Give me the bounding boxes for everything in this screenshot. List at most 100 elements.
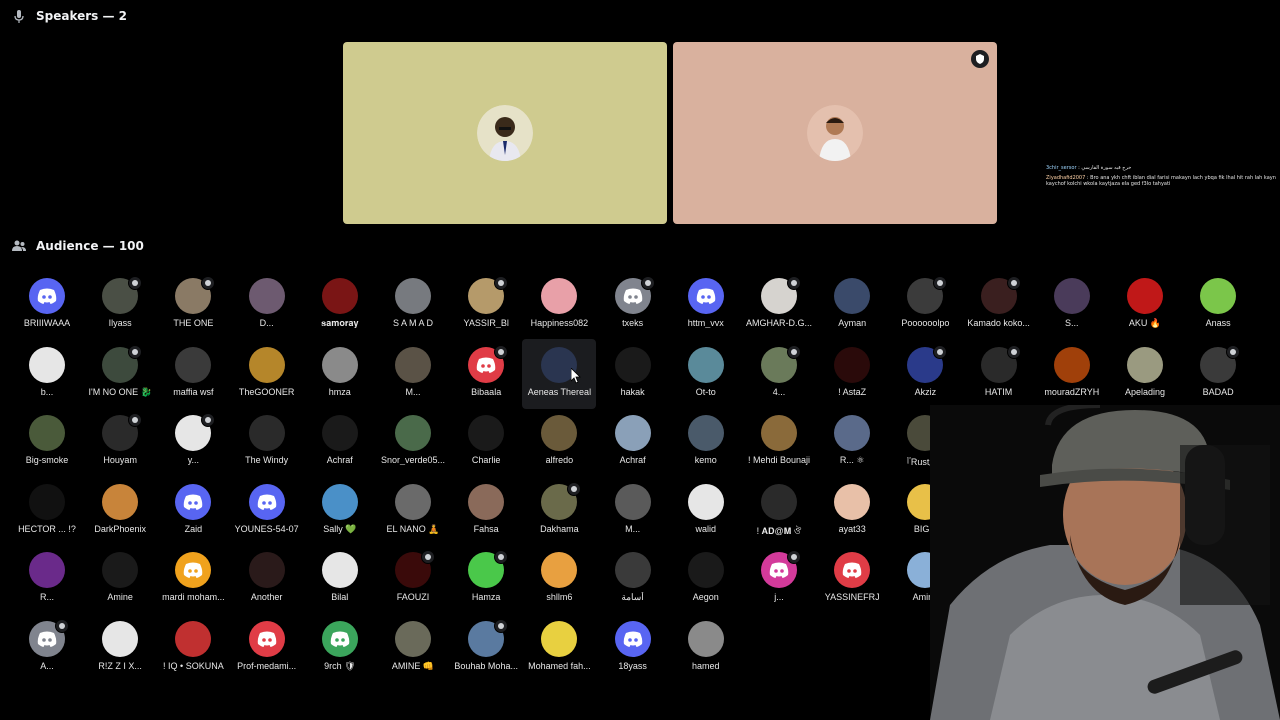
discord-default-avatar[interactable] xyxy=(29,618,69,657)
member-avatar[interactable] xyxy=(321,483,358,520)
member-avatar[interactable] xyxy=(175,276,216,314)
member-avatar[interactable] xyxy=(614,415,651,451)
member-avatar[interactable] xyxy=(102,413,143,451)
audience-member[interactable]: Snor_verde05... xyxy=(376,415,450,465)
member-avatar[interactable] xyxy=(321,278,358,314)
audience-member[interactable]: Bouhab Moha... xyxy=(449,618,523,671)
audience-member[interactable]: Another xyxy=(230,552,304,602)
audience-member[interactable]: BRIIIWAAA xyxy=(10,278,84,328)
member-avatar[interactable] xyxy=(468,483,505,520)
audience-member[interactable]: DarkPhoenix xyxy=(83,483,157,534)
audience-member[interactable]: Amine xyxy=(83,552,157,602)
discord-default-avatar[interactable] xyxy=(687,278,724,314)
member-avatar[interactable] xyxy=(687,483,724,520)
audience-member[interactable]: Aeneas Thereal xyxy=(522,338,597,409)
discord-default-avatar[interactable] xyxy=(834,552,871,588)
member-avatar[interactable] xyxy=(834,278,871,314)
member-avatar[interactable] xyxy=(1200,278,1237,314)
audience-member[interactable]: THE ONE xyxy=(156,276,230,328)
audience-member[interactable]: alfredo xyxy=(522,415,596,465)
audience-member[interactable]: ! IQ • SOKUNA xyxy=(156,620,230,671)
audience-member[interactable]: Happiness082 xyxy=(522,278,596,328)
audience-member[interactable]: httm_vvx xyxy=(669,278,743,328)
audience-member[interactable]: AMGHAR-D.G... xyxy=(742,276,816,328)
audience-member[interactable]: A... xyxy=(10,618,84,671)
speaker-avatar[interactable] xyxy=(807,105,863,161)
member-avatar[interactable] xyxy=(541,620,578,657)
member-avatar[interactable] xyxy=(468,415,505,451)
audience-member[interactable]: S... xyxy=(1035,278,1109,328)
member-avatar[interactable] xyxy=(175,413,216,451)
member-avatar[interactable] xyxy=(541,278,578,314)
audience-member[interactable]: Hamza xyxy=(449,550,523,602)
audience-member[interactable]: YASSIR_Bl xyxy=(449,276,523,328)
audience-member[interactable]: Dakhama xyxy=(522,481,596,534)
member-avatar[interactable] xyxy=(395,550,435,588)
audience-member[interactable]: HECTOR ... !? xyxy=(10,483,84,534)
member-avatar[interactable] xyxy=(321,552,358,588)
member-avatar[interactable] xyxy=(468,276,509,314)
member-avatar[interactable] xyxy=(102,483,139,520)
member-avatar[interactable] xyxy=(102,276,143,314)
speaker-tile[interactable] xyxy=(343,42,667,224)
member-avatar[interactable] xyxy=(687,346,724,383)
audience-member[interactable]: Anass xyxy=(1181,278,1255,328)
audience-member[interactable]: Mohamed fah... xyxy=(522,620,596,671)
discord-default-avatar[interactable] xyxy=(175,483,212,520)
audience-member[interactable]: mouradZRYH xyxy=(1035,346,1109,397)
audience-member[interactable]: 4... xyxy=(742,344,816,397)
audience-member[interactable]: maffia wsf xyxy=(156,346,230,397)
member-avatar[interactable] xyxy=(761,483,797,520)
audience-member[interactable]: walid xyxy=(669,483,743,534)
audience-member[interactable]: y... xyxy=(156,413,230,465)
discord-default-avatar[interactable] xyxy=(321,620,358,657)
audience-member[interactable]: FAOUZI xyxy=(376,550,450,602)
audience-member[interactable]: أسامة xyxy=(596,552,670,603)
member-avatar[interactable] xyxy=(834,346,871,383)
member-avatar[interactable] xyxy=(395,483,431,520)
member-avatar[interactable] xyxy=(321,346,358,383)
audience-member[interactable]: AKU 🔥 xyxy=(1108,278,1182,329)
audience-member[interactable]: hamed xyxy=(669,620,743,671)
member-avatar[interactable] xyxy=(1127,278,1163,314)
audience-member[interactable]: ! Mehdi Bounaji xyxy=(742,415,816,465)
member-avatar[interactable] xyxy=(1127,346,1163,383)
audience-member[interactable]: HATIM xyxy=(962,344,1036,397)
audience-member[interactable]: I'M NO ONE 🐉 xyxy=(83,344,157,398)
audience-member[interactable]: txeks xyxy=(596,276,670,328)
audience-member[interactable]: Achraf xyxy=(596,415,670,465)
audience-member[interactable]: Aegon xyxy=(669,552,743,602)
audience-member[interactable]: Poooooolpo xyxy=(888,276,962,328)
discord-default-avatar[interactable] xyxy=(468,344,509,383)
audience-member[interactable]: 𝐬𝐚𝐦𝐨𝐫𝐚𝐲 xyxy=(303,278,377,329)
audience-member[interactable]: 18yass xyxy=(596,620,670,671)
audience-member[interactable]: BADAD xyxy=(1181,344,1255,397)
member-avatar[interactable] xyxy=(541,481,582,520)
audience-member[interactable]: EL NANO 🧘 xyxy=(376,483,450,535)
audience-member[interactable]: Achraf xyxy=(303,415,377,465)
audience-member[interactable]: YOUNES-54-07 xyxy=(230,483,304,534)
discord-default-avatar[interactable] xyxy=(614,620,651,657)
audience-member[interactable]: S A M A D xyxy=(376,278,450,328)
discord-default-avatar[interactable] xyxy=(29,278,65,314)
audience-member[interactable]: Big-smoke xyxy=(10,415,84,465)
member-avatar[interactable] xyxy=(687,552,724,588)
member-avatar[interactable] xyxy=(29,483,65,520)
audience-member[interactable]: Bibaala xyxy=(449,344,523,397)
member-avatar[interactable] xyxy=(102,620,139,657)
member-avatar[interactable] xyxy=(761,344,801,383)
speaker-tile[interactable] xyxy=(673,42,997,224)
member-avatar[interactable] xyxy=(321,415,358,451)
member-avatar[interactable] xyxy=(395,346,431,383)
member-avatar[interactable] xyxy=(1053,278,1090,314)
audience-member[interactable]: Charlie xyxy=(449,415,523,465)
member-avatar[interactable] xyxy=(980,344,1021,383)
member-avatar[interactable] xyxy=(248,278,285,314)
member-avatar[interactable] xyxy=(468,618,509,657)
audience-member[interactable]: Sally 💚 xyxy=(303,483,377,535)
member-avatar[interactable] xyxy=(175,346,212,383)
audience-member[interactable]: The Windy xyxy=(230,415,304,465)
member-avatar[interactable] xyxy=(175,620,212,657)
audience-member[interactable]: ! 𝐀𝐃@𝐌 ঔ xyxy=(742,483,816,539)
audience-member[interactable]: b... xyxy=(10,346,84,397)
